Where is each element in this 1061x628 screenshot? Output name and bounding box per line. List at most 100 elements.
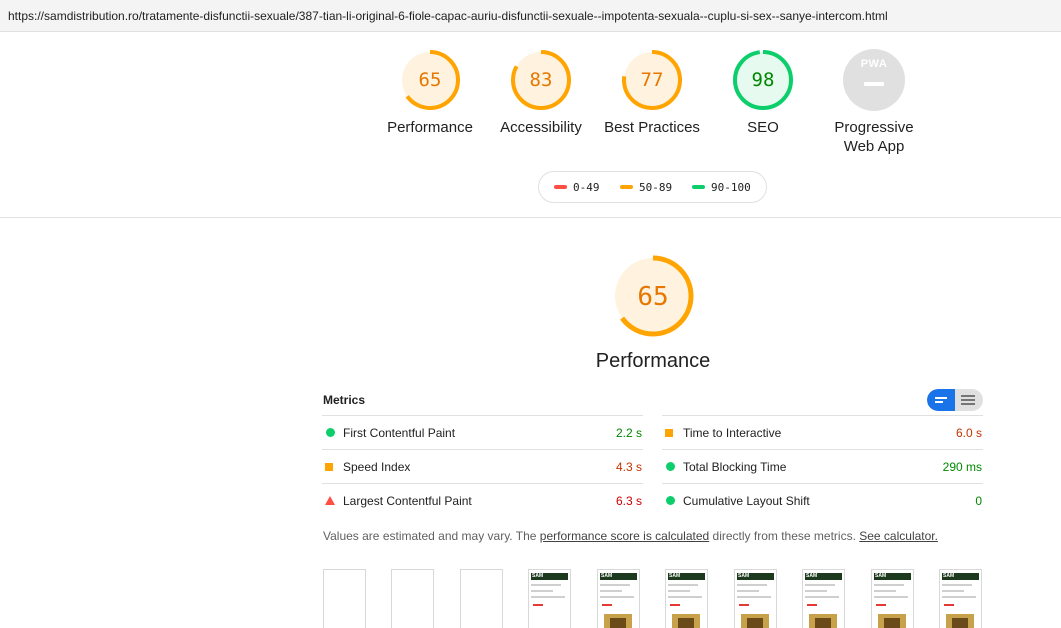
frame-red-line [944,604,954,606]
pwa-label-line2: Web App [843,138,905,155]
frame-red-line [739,604,749,606]
fail-triangle-icon [325,496,335,505]
metric-name: Speed Index [343,460,411,474]
metrics-header: Metrics [323,393,366,407]
metric-name: First Contentful Paint [343,426,456,440]
frame-line [531,584,561,586]
pwa-dash [864,82,884,86]
url-text[interactable]: https://samdistribution.ro/tratamente-di… [8,9,888,23]
metric-value: 290 ms [942,460,982,474]
address-bar[interactable]: https://samdistribution.ro/tratamente-di… [0,0,1061,32]
gauge-seo[interactable]: 98 SEO [703,49,823,137]
legend-poor: 0-49 [554,181,600,194]
see-calculator-link[interactable]: See calculator. [859,529,938,543]
metric-value: 6.3 s [615,494,642,508]
score-legend: 0-49 50-89 90-100 [538,171,767,203]
metric-value: 6.0 s [955,426,982,440]
metric-name: Total Blocking Time [683,460,787,474]
frame-logo: SAM [806,573,818,579]
legend-average-swatch [620,185,633,189]
frame-line [942,596,976,598]
metric-speed-index[interactable]: Speed Index 4.3 s [322,449,643,483]
metric-name: Largest Contentful Paint [343,494,472,508]
average-square-icon [325,463,333,471]
frame-line [805,596,839,598]
metric-tbt[interactable]: Total Blocking Time 290 ms [662,449,983,483]
pass-dot-icon [326,428,335,437]
frame-logo: SAM [943,573,955,579]
frame-logo: SAM [738,573,750,579]
metric-value: 0 [975,494,982,508]
legend-average: 50-89 [620,181,672,194]
frame-line [600,596,634,598]
legend-poor-swatch [554,185,567,189]
frame-line [531,596,565,598]
pwa-badge-text: PWA [860,58,888,70]
pass-dot-icon [666,496,675,505]
frame-line [737,584,767,586]
gauge-label: Performance [387,119,473,136]
metric-tti[interactable]: Time to Interactive 6.0 s [662,415,983,449]
metric-cls[interactable]: Cumulative Layout Shift 0 [662,483,983,517]
frame-line [668,596,702,598]
filmstrip-frame: SAM [597,569,640,628]
gauge-ring: 83 [510,49,572,111]
pass-dot-icon [666,462,675,471]
gauge-score: 83 [529,69,553,91]
frame-product-box [678,618,694,628]
filmstrip-frame: SAM [939,569,982,628]
frame-red-line [876,604,886,606]
score-calculated-link[interactable]: performance score is calculated [540,529,709,543]
frame-red-line [602,604,612,606]
performance-big-gauge: 65 [611,254,695,338]
filmstrip-frame: SAM [528,569,571,628]
metric-value: 4.3 s [615,460,642,474]
frame-product-box [610,618,626,628]
metric-name: Time to Interactive [683,426,782,440]
gauge-performance[interactable]: 65 Performance [370,49,490,137]
metric-lcp[interactable]: Largest Contentful Paint 6.3 s [322,483,643,517]
gauge-pwa[interactable]: PWA Progressive Web App [814,49,934,156]
frame-product-box [952,618,968,628]
frame-line [874,596,908,598]
frame-line [600,584,630,586]
gauge-label: SEO [747,119,779,136]
filmstrip-frame [460,569,503,628]
frame-line [874,584,904,586]
frame-line [942,590,964,592]
metric-fcp[interactable]: First Contentful Paint 2.2 s [322,415,643,449]
frame-line [668,590,690,592]
gauge-score: 77 [640,69,664,91]
metrics-view-toggle[interactable] [927,389,983,411]
gauge-accessibility[interactable]: 83 Accessibility [481,49,601,137]
frame-red-line [533,604,543,606]
metric-value: 2.2 s [615,426,642,440]
gauge-score: 98 [751,69,775,91]
toggle-compact-button[interactable] [927,389,955,411]
frame-red-line [807,604,817,606]
frame-red-line [670,604,680,606]
frame-line [737,590,759,592]
frame-line [668,584,698,586]
big-gauge-score: 65 [637,282,669,312]
metrics-note: Values are estimated and may vary. The p… [323,529,938,543]
gauge-best-practices[interactable]: 77 Best Practices [592,49,712,137]
frame-line [805,590,827,592]
gauge-label: Best Practices [604,119,700,136]
filmstrip-frame [391,569,434,628]
filmstrip-frame: SAM [734,569,777,628]
filmstrip-frame: SAM [802,569,845,628]
frame-logo: SAM [532,573,544,579]
frame-logo: SAM [601,573,613,579]
filmstrip-frame: SAM [871,569,914,628]
frame-product-box [884,618,900,628]
gauge-label: Progressive Web App [814,118,934,156]
filmstrip-frame: SAM [665,569,708,628]
frame-line [531,590,553,592]
average-square-icon [665,429,673,437]
legend-good-swatch [692,185,705,189]
pwa-label-line1: Progressive [834,119,914,136]
frame-product-box [815,618,831,628]
performance-title: Performance [595,350,711,372]
frame-logo: SAM [875,573,887,579]
